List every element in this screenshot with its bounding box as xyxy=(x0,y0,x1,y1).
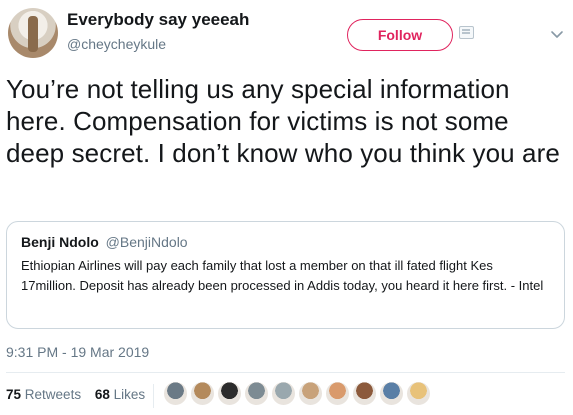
chevron-down-icon[interactable] xyxy=(550,27,564,41)
author-avatar[interactable] xyxy=(8,8,58,58)
liker-avatar[interactable] xyxy=(190,381,215,406)
liker-avatar[interactable] xyxy=(379,381,404,406)
likes-count: 68 xyxy=(94,387,110,402)
quoted-tweet-header: Benji Ndolo @BenjiNdolo xyxy=(21,234,550,250)
tweet-timestamp[interactable]: 9:31 PM - 19 Mar 2019 xyxy=(6,344,149,360)
liker-avatar[interactable] xyxy=(406,381,431,406)
likes-stat[interactable]: 68 Likes xyxy=(95,387,145,402)
retweets-stat[interactable]: 75 Retweets xyxy=(6,387,81,402)
liker-avatar[interactable] xyxy=(217,381,242,406)
quoted-tweet-card[interactable]: Benji Ndolo @BenjiNdolo Ethiopian Airlin… xyxy=(6,221,565,329)
liker-avatar[interactable] xyxy=(244,381,269,406)
quoted-tweet-handle: @BenjiNdolo xyxy=(105,234,188,250)
likes-label: Likes xyxy=(113,387,146,402)
likers-avatars xyxy=(163,381,431,406)
card-icon[interactable] xyxy=(459,26,474,39)
follow-button[interactable]: Follow xyxy=(347,19,453,51)
retweets-count: 75 xyxy=(6,387,22,402)
liker-avatar[interactable] xyxy=(271,381,296,406)
stats-divider xyxy=(6,372,565,373)
likers-divider xyxy=(153,384,154,408)
liker-avatar[interactable] xyxy=(352,381,377,406)
liker-avatar[interactable] xyxy=(325,381,350,406)
liker-avatar[interactable] xyxy=(163,381,188,406)
quoted-tweet-name: Benji Ndolo xyxy=(21,234,99,250)
retweets-label: Retweets xyxy=(24,387,82,402)
author-handle[interactable]: @cheycheykule xyxy=(67,36,166,52)
tweet-stats: 75 Retweets 68 Likes xyxy=(6,387,155,402)
liker-avatar[interactable] xyxy=(298,381,323,406)
author-display-name[interactable]: Everybody say yeeeah xyxy=(67,10,249,30)
tweet-text: You’re not telling us any special inform… xyxy=(6,74,560,168)
quoted-tweet-text: Ethiopian Airlines will pay each family … xyxy=(21,258,544,293)
